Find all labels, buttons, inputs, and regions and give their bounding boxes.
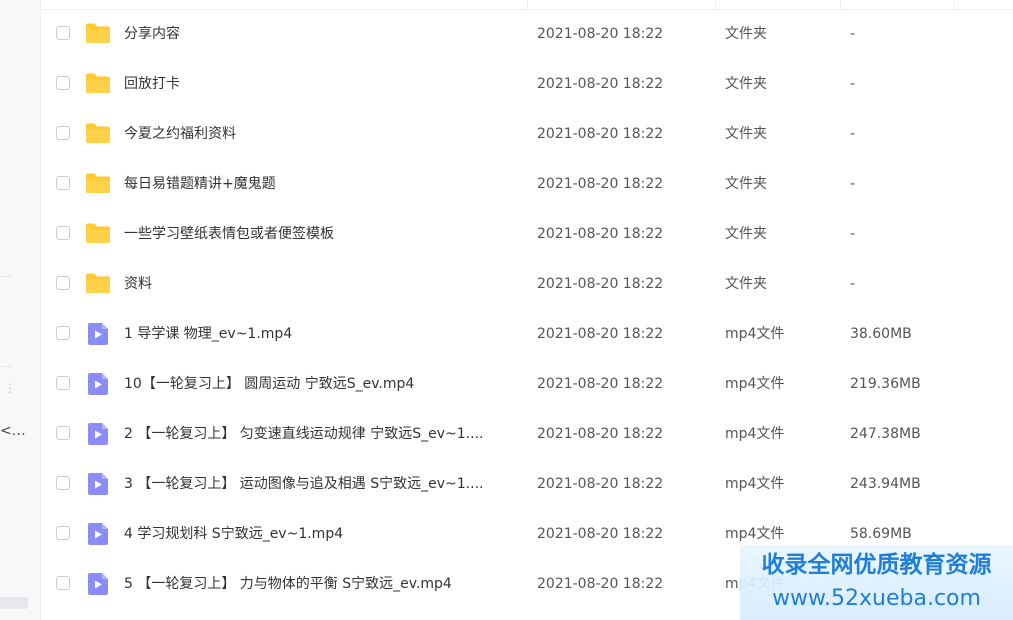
modified-date: 2021-08-20 18:22 bbox=[537, 26, 664, 42]
file-size: - bbox=[850, 226, 856, 242]
folder-icon bbox=[85, 272, 111, 298]
file-row[interactable]: 每日易错题精讲+魔鬼题 2021-08-20 18:22 文件夹 - bbox=[40, 159, 1013, 209]
file-name[interactable]: 一些学习壁纸表情包或者便签模板 bbox=[124, 223, 334, 245]
drag-handle-icon[interactable]: ⋮ bbox=[4, 382, 16, 394]
folder-icon bbox=[85, 72, 111, 98]
row-checkbox[interactable] bbox=[56, 276, 70, 290]
folder-icon bbox=[85, 172, 111, 198]
row-checkbox[interactable] bbox=[56, 176, 70, 190]
file-name[interactable]: 2 【一轮复习上】 匀变速直线运动规律 宁致远S_ev~1.... bbox=[124, 423, 483, 445]
sidebar-divider bbox=[0, 366, 12, 367]
modified-date: 2021-08-20 18:22 bbox=[537, 126, 664, 142]
video-file-icon bbox=[87, 572, 109, 600]
file-row[interactable]: 2 【一轮复习上】 匀变速直线运动规律 宁致远S_ev~1.... 2021-08… bbox=[40, 409, 1013, 459]
sidebar-truncated-label[interactable]: <… bbox=[0, 424, 26, 438]
file-size: 58.69MB bbox=[850, 526, 912, 542]
video-file-icon bbox=[87, 422, 109, 450]
file-row[interactable]: 分享内容 2021-08-20 18:22 文件夹 - bbox=[40, 9, 1013, 59]
file-size: 219.36MB bbox=[850, 376, 921, 392]
file-name[interactable]: 4 学习规划科 S宁致远_ev~1.mp4 bbox=[124, 523, 343, 545]
file-row[interactable]: 1 导学课 物理_ev~1.mp4 2021-08-20 18:22 mp4文件 38… bbox=[40, 309, 1013, 359]
sidebar-scrollbar[interactable] bbox=[0, 597, 28, 609]
folder-icon bbox=[85, 222, 111, 248]
sidebar-divider bbox=[0, 276, 12, 277]
modified-date: 2021-08-20 18:22 bbox=[537, 576, 664, 592]
modified-date: 2021-08-20 18:22 bbox=[537, 276, 664, 292]
row-checkbox[interactable] bbox=[56, 126, 70, 140]
file-type: 文件夹 bbox=[725, 26, 767, 42]
file-type: mp4文件 bbox=[725, 426, 785, 442]
file-row[interactable]: 资料 2021-08-20 18:22 文件夹 - bbox=[40, 259, 1013, 309]
file-type: 文件夹 bbox=[725, 226, 767, 242]
header-divider[interactable] bbox=[715, 0, 716, 9]
folder-icon bbox=[85, 22, 111, 48]
folder-icon bbox=[85, 122, 111, 148]
file-size: - bbox=[850, 176, 856, 192]
file-type: mp4文件 bbox=[725, 476, 785, 492]
modified-date: 2021-08-20 18:22 bbox=[537, 526, 664, 542]
file-name[interactable]: 资料 bbox=[124, 273, 152, 295]
row-checkbox[interactable] bbox=[56, 76, 70, 90]
file-name[interactable]: 1 导学课 物理_ev~1.mp4 bbox=[124, 323, 292, 345]
file-row[interactable]: 今夏之约福利资料 2021-08-20 18:22 文件夹 - bbox=[40, 109, 1013, 159]
header-divider[interactable] bbox=[527, 0, 528, 9]
modified-date: 2021-08-20 18:22 bbox=[537, 476, 664, 492]
row-checkbox[interactable] bbox=[56, 526, 70, 540]
row-checkbox[interactable] bbox=[56, 326, 70, 340]
header-divider[interactable] bbox=[953, 0, 954, 9]
file-type: 文件夹 bbox=[725, 176, 767, 192]
row-checkbox[interactable] bbox=[56, 476, 70, 490]
file-size: 247.38MB bbox=[850, 426, 921, 442]
video-file-icon bbox=[87, 522, 109, 550]
row-checkbox[interactable] bbox=[56, 26, 70, 40]
video-file-icon bbox=[87, 372, 109, 400]
file-size: - bbox=[850, 76, 856, 92]
file-name[interactable]: 回放打卡 bbox=[124, 73, 180, 95]
file-row[interactable]: 回放打卡 2021-08-20 18:22 文件夹 - bbox=[40, 59, 1013, 109]
video-file-icon bbox=[87, 472, 109, 500]
file-row[interactable]: 3 【一轮复习上】 运动图像与追及相遇 S宁致远_ev~1.... 2021-08… bbox=[40, 459, 1013, 509]
file-size: 243.94MB bbox=[850, 476, 921, 492]
row-checkbox[interactable] bbox=[56, 426, 70, 440]
file-name[interactable]: 5 【一轮复习上】 力与物体的平衡 S宁致远_ev.mp4 bbox=[124, 573, 452, 595]
file-type: mp4文件 bbox=[725, 526, 785, 542]
watermark-slogan: 收录全网优质教育资源 bbox=[761, 552, 992, 578]
file-size: - bbox=[850, 276, 856, 292]
file-name[interactable]: 今夏之约福利资料 bbox=[124, 123, 236, 145]
file-row[interactable]: 一些学习壁纸表情包或者便签模板 2021-08-20 18:22 文件夹 - bbox=[40, 209, 1013, 259]
row-checkbox[interactable] bbox=[56, 226, 70, 240]
file-name[interactable]: 分享内容 bbox=[124, 23, 180, 45]
file-size: 38.60MB bbox=[850, 326, 912, 342]
modified-date: 2021-08-20 18:22 bbox=[537, 426, 664, 442]
modified-date: 2021-08-20 18:22 bbox=[537, 76, 664, 92]
watermark: 收录全网优质教育资源 www.52xueba.com bbox=[740, 545, 1013, 620]
file-size: - bbox=[850, 26, 856, 42]
file-row[interactable]: 10【一轮复习上】 圆周运动 宁致远S_ev.mp4 2021-08-20 18:… bbox=[40, 359, 1013, 409]
file-list: 分享内容 2021-08-20 18:22 文件夹 - 回放打卡 2021-08-20 1… bbox=[40, 9, 1013, 609]
file-type: mp4文件 bbox=[725, 376, 785, 392]
watermark-url: www.52xueba.com bbox=[772, 586, 981, 611]
header-divider[interactable] bbox=[840, 0, 841, 9]
file-name[interactable]: 每日易错题精讲+魔鬼题 bbox=[124, 173, 276, 195]
file-type: 文件夹 bbox=[725, 76, 767, 92]
file-type: 文件夹 bbox=[725, 276, 767, 292]
modified-date: 2021-08-20 18:22 bbox=[537, 176, 664, 192]
file-name[interactable]: 3 【一轮复习上】 运动图像与追及相遇 S宁致远_ev~1.... bbox=[124, 473, 483, 495]
file-size: - bbox=[850, 126, 856, 142]
file-type: 文件夹 bbox=[725, 126, 767, 142]
left-sidebar: ⋮ <… bbox=[0, 0, 41, 620]
file-type: mp4文件 bbox=[725, 326, 785, 342]
row-checkbox[interactable] bbox=[56, 576, 70, 590]
file-name[interactable]: 10【一轮复习上】 圆周运动 宁致远S_ev.mp4 bbox=[124, 373, 414, 395]
modified-date: 2021-08-20 18:22 bbox=[537, 326, 664, 342]
row-checkbox[interactable] bbox=[56, 376, 70, 390]
video-file-icon bbox=[87, 322, 109, 350]
modified-date: 2021-08-20 18:22 bbox=[537, 226, 664, 242]
modified-date: 2021-08-20 18:22 bbox=[537, 376, 664, 392]
